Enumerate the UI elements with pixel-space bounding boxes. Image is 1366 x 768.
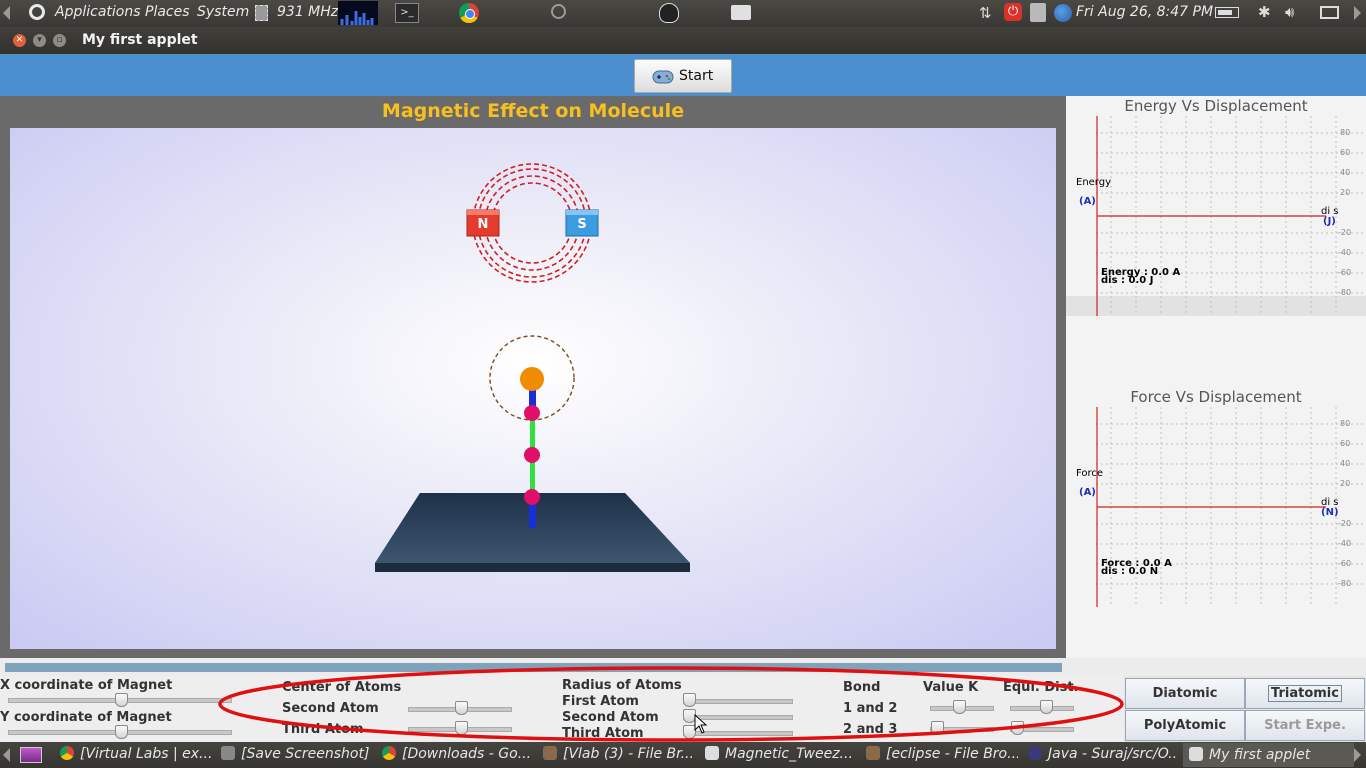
menu-applications[interactable]: Applications bbox=[55, 4, 141, 20]
taskbar-left-arrow-icon[interactable] bbox=[3, 748, 10, 762]
y-magnet-slider-thumb[interactable] bbox=[115, 725, 128, 739]
force-tick: 20 bbox=[1340, 479, 1351, 488]
minimize-icon[interactable]: ▾ bbox=[33, 34, 46, 47]
menu-system[interactable]: System bbox=[197, 4, 249, 20]
window-title: My first applet bbox=[82, 32, 198, 48]
network-arrows-icon[interactable]: ⇅ bbox=[979, 4, 992, 22]
volume-icon[interactable]: 🔊︎ bbox=[1285, 3, 1294, 21]
south-label: S bbox=[577, 217, 586, 232]
second-atom[interactable] bbox=[524, 447, 540, 463]
simulation-title: Magnetic Effect on Molecule bbox=[381, 100, 685, 122]
globe-icon[interactable] bbox=[1054, 4, 1072, 22]
force-y-label: Force bbox=[1076, 468, 1104, 479]
text-editor-icon bbox=[705, 746, 719, 760]
ubuntu-logo-icon[interactable] bbox=[29, 4, 45, 20]
pidgin-icon[interactable] bbox=[659, 3, 679, 23]
energy-tick: 60 bbox=[1340, 148, 1351, 157]
third-atom[interactable] bbox=[524, 489, 540, 505]
folder-icon bbox=[543, 746, 557, 760]
taskbar-item[interactable]: [Virtual Labs | ex... bbox=[60, 746, 212, 764]
cpu-chip-icon bbox=[255, 5, 268, 21]
show-desktop-icon[interactable] bbox=[20, 747, 42, 763]
north-label: N bbox=[478, 217, 489, 232]
energy-y-unit: (A) bbox=[1079, 196, 1096, 207]
taskbar-right-arrow-icon[interactable] bbox=[1354, 748, 1361, 762]
force-tick: 60 bbox=[1340, 439, 1351, 448]
screenshot-icon[interactable] bbox=[731, 5, 751, 20]
triatomic-button-label: Triatomic bbox=[1268, 685, 1342, 702]
clock[interactable]: Fri Aug 26, 8:47 PM bbox=[1076, 4, 1213, 20]
energy-x-unit: (J) bbox=[1323, 216, 1336, 227]
taskbar-item[interactable]: Magnetic_Tweez... bbox=[705, 746, 855, 764]
triatomic-button[interactable]: Triatomic bbox=[1245, 678, 1365, 709]
taskbar-item[interactable]: Java - Suraj/src/O... bbox=[1028, 746, 1178, 764]
energy-tick: 20 bbox=[1340, 188, 1351, 197]
chrome-icon bbox=[382, 746, 396, 760]
simulation-scene: N S bbox=[375, 163, 690, 572]
search-icon[interactable] bbox=[551, 4, 566, 19]
cpu-graph-icon bbox=[340, 11, 374, 25]
diatomic-button[interactable]: Diatomic bbox=[1125, 678, 1245, 709]
taskbar-item[interactable]: [Downloads - Go... bbox=[382, 746, 532, 764]
java-applet-icon bbox=[1189, 747, 1203, 761]
energy-tick: -40 bbox=[1338, 248, 1352, 257]
trash-icon[interactable] bbox=[1030, 3, 1046, 22]
force-x-unit: (N) bbox=[1321, 507, 1339, 518]
menu-places[interactable]: Places bbox=[145, 4, 190, 20]
force-tick: -80 bbox=[1338, 579, 1352, 588]
maximize-icon[interactable]: ▫ bbox=[53, 34, 66, 47]
energy-tick: 80 bbox=[1340, 128, 1351, 137]
camera-icon bbox=[221, 746, 235, 760]
first-atom[interactable] bbox=[524, 405, 540, 421]
panel-right-arrow-icon[interactable] bbox=[1354, 6, 1361, 20]
power-icon[interactable]: ⏻ bbox=[1004, 3, 1022, 21]
mail-icon[interactable] bbox=[1320, 6, 1339, 19]
graph-panel: Energy Vs Displacement Energy (A) di s (… bbox=[1066, 96, 1366, 658]
taskbar-item[interactable]: [eclipse - File Bro... bbox=[866, 746, 1018, 764]
energy-y-label: Energy bbox=[1076, 177, 1112, 188]
annotation-ellipse bbox=[218, 666, 1124, 742]
chrome-icon bbox=[60, 746, 74, 760]
y-magnet-label: Y coordinate of Magnet bbox=[0, 710, 172, 725]
terminal-icon[interactable]: >_ bbox=[395, 3, 419, 23]
system-monitor-icon[interactable] bbox=[338, 1, 378, 25]
taskbar-item-active[interactable]: My first applet bbox=[1183, 743, 1354, 767]
force-tick: -60 bbox=[1338, 559, 1352, 568]
bluetooth-icon[interactable]: ✱ bbox=[1258, 3, 1271, 21]
cpu-frequency[interactable]: 931 MHz bbox=[277, 4, 338, 20]
force-tick: 80 bbox=[1340, 419, 1351, 428]
polyatomic-button[interactable]: PolyAtomic bbox=[1125, 710, 1245, 741]
gamepad-icon bbox=[652, 70, 674, 84]
force-tick: -20 bbox=[1338, 519, 1352, 528]
window-title-bar: ✕ ▾ ▫ My first applet bbox=[0, 27, 1366, 54]
energy-tick: -20 bbox=[1338, 228, 1352, 237]
simulation-canvas[interactable]: N S bbox=[10, 128, 1056, 649]
start-button-label: Start bbox=[679, 68, 714, 84]
start-button[interactable]: Start bbox=[634, 59, 732, 93]
force-tick: 40 bbox=[1340, 459, 1351, 468]
energy-tick: 40 bbox=[1340, 168, 1351, 177]
energy-graph-title: Energy Vs Displacement bbox=[1124, 97, 1308, 115]
taskbar-item[interactable]: [Vlab (3) - File Br... bbox=[543, 746, 695, 764]
battery-icon[interactable] bbox=[1215, 7, 1239, 18]
close-icon[interactable]: ✕ bbox=[13, 34, 26, 47]
energy-dis-readout: dis : 0.0 J bbox=[1101, 275, 1154, 286]
top-panel: Applications Places System 931 MHz >_ ⇅ … bbox=[0, 0, 1366, 27]
folder-icon bbox=[866, 746, 880, 760]
panel-left-arrow-icon[interactable] bbox=[3, 6, 10, 20]
taskbar-item[interactable]: [Save Screenshot] bbox=[221, 746, 371, 764]
energy-tick: -60 bbox=[1338, 268, 1352, 277]
start-experiment-button[interactable]: Start Expe. bbox=[1245, 710, 1365, 741]
eclipse-icon bbox=[1028, 746, 1042, 760]
chrome-icon[interactable] bbox=[459, 3, 479, 23]
force-graph-title: Force Vs Displacement bbox=[1130, 388, 1302, 406]
energy-tick: -80 bbox=[1338, 288, 1352, 297]
center-atom[interactable] bbox=[520, 367, 544, 391]
force-tick: -40 bbox=[1338, 539, 1352, 548]
x-magnet-label: X coordinate of Magnet bbox=[0, 678, 173, 693]
force-y-unit: (A) bbox=[1079, 487, 1096, 498]
force-dis-readout: dis : 0.0 N bbox=[1101, 566, 1159, 577]
x-magnet-slider-thumb[interactable] bbox=[115, 693, 128, 707]
